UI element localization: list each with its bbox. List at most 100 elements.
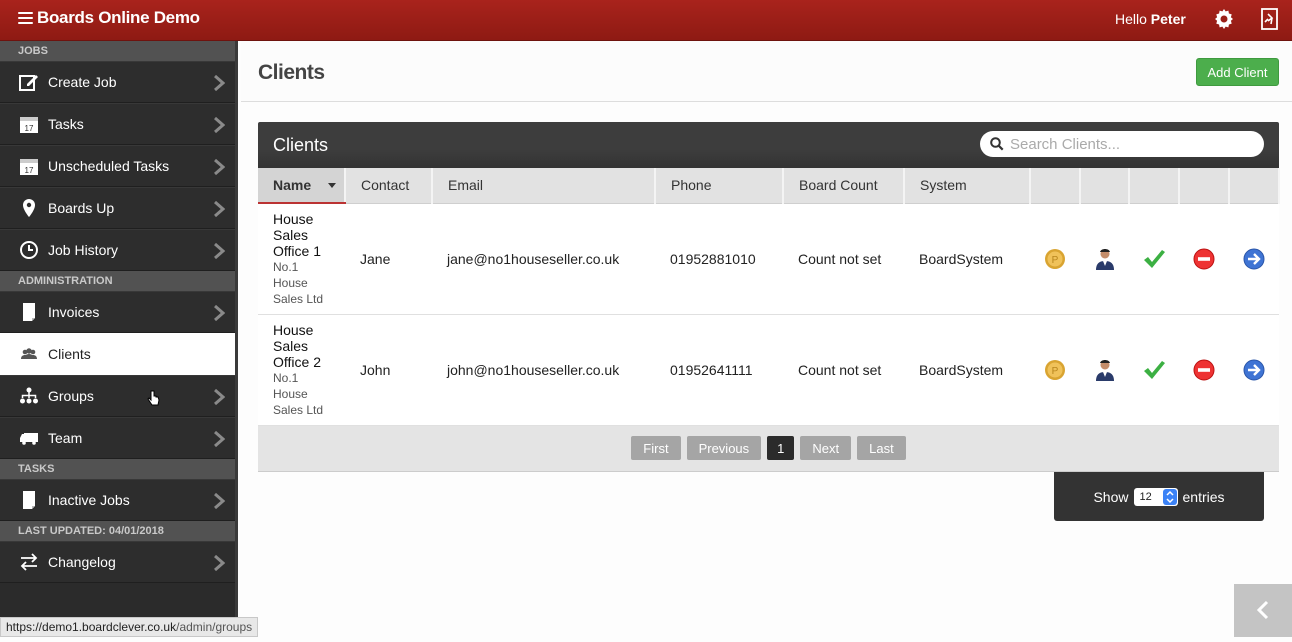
svg-text:17: 17 [25,166,34,175]
sidebar-item-inactive-jobs[interactable]: Inactive Jobs [0,479,235,521]
cell-phone: 01952641111 [655,314,783,426]
client-company: No.1 House Sales Ltd [273,259,324,306]
column-label: Name [273,177,312,193]
cell-contact: John [345,314,432,426]
cell-action: P [1030,203,1080,315]
current-page-button[interactable]: 1 [767,436,795,460]
gear-icon[interactable] [1212,7,1236,31]
check-icon[interactable] [1142,248,1166,270]
cell-action: P [1030,314,1080,426]
check-icon[interactable] [1142,359,1166,381]
users-icon [18,343,40,365]
user-icon[interactable] [1094,247,1116,271]
chevron-right-icon [214,493,225,509]
cell-action [1179,314,1229,426]
hierarchy-icon [18,385,40,407]
sidebar-item-create-job[interactable]: Create Job [0,61,235,103]
cell-action [1229,203,1279,315]
entries-per-page: Show 12 entries [1054,472,1264,521]
entries-select[interactable]: 12 [1133,487,1178,506]
search-box[interactable] [980,131,1264,157]
sidebar-item-label: Clients [48,346,91,362]
app-brand[interactable]: Boards Online Demo [18,8,200,28]
cell-system: BoardSystem [904,203,1030,315]
sidebar-item-groups[interactable]: Groups [0,375,235,417]
coin-icon[interactable]: P [1044,248,1066,270]
svg-text:17: 17 [25,124,34,133]
cell-email: john@no1houseseller.co.uk [432,314,655,426]
remove-icon[interactable] [1193,248,1215,270]
status-bar-url: https://demo1.boardclever.co.uk/admin/gr… [0,617,259,637]
cell-email: jane@no1houseseller.co.uk [432,203,655,315]
sidebar-item-unscheduled-tasks[interactable]: 17 Unscheduled Tasks [0,145,235,187]
panel-header: Clients [258,122,1279,168]
column-header-name[interactable]: Name [258,168,346,204]
client-company: No.1 House Sales Ltd [273,370,324,417]
show-label: Show [1093,488,1129,505]
column-header-phone[interactable]: Phone [655,168,784,204]
arrow-right-icon[interactable] [1243,248,1265,270]
previous-page-button[interactable]: Previous [686,436,762,460]
column-header-board-count[interactable]: Board Count [783,168,905,204]
column-header-blank [1179,168,1230,204]
column-header-contact[interactable]: Contact [345,168,433,204]
mouse-pointer-icon [147,390,160,406]
last-page-button[interactable]: Last [857,436,906,460]
edit-icon [18,71,40,93]
next-page-button[interactable]: Next [800,436,852,460]
sidebar-item-clients[interactable]: Clients [0,333,235,375]
main-content: Clients Add Client Clients Name Contact … [241,41,1292,637]
coin-icon[interactable]: P [1044,359,1066,381]
search-input[interactable] [1010,135,1250,153]
chevron-left-icon [1256,600,1269,620]
cell-name: House Sales Office 2 No.1 House Sales Lt… [258,314,345,426]
entries-label: entries [1182,488,1225,505]
sidebar-item-boards-up[interactable]: Boards Up [0,187,235,229]
user-icon[interactable] [1094,358,1116,382]
arrow-right-icon[interactable] [1243,359,1265,381]
sidebar-item-label: Job History [48,242,119,258]
add-client-button[interactable]: Add Client [1196,58,1279,86]
calendar-icon: 17 [18,155,40,177]
sidebar-section-last-updated: LAST UPDATED: 04/01/2018 [0,521,235,541]
hamburger-menu-icon[interactable] [18,11,33,25]
column-header-email[interactable]: Email [432,168,656,204]
top-bar: Boards Online Demo Hello Peter [0,0,1292,41]
sidebar-item-team[interactable]: Team [0,417,235,459]
column-header-blank [1129,168,1180,204]
sidebar-item-changelog[interactable]: Changelog [0,541,235,583]
cell-action [1229,314,1279,426]
entries-select-value: 12 [1139,490,1152,503]
clock-icon [18,239,40,261]
panel-title: Clients [273,135,329,155]
sidebar-item-invoices[interactable]: Invoices [0,291,235,333]
swap-icon [18,551,40,573]
column-header-system[interactable]: System [904,168,1031,204]
cell-action [1080,203,1129,315]
app-title[interactable]: Boards Online Demo [37,8,200,28]
sidebar-item-label: Invoices [48,304,100,320]
sidebar-item-label: Unscheduled Tasks [48,158,170,174]
cell-system: BoardSystem [904,314,1030,426]
sidebar-section-administration: ADMINISTRATION [0,271,235,291]
collapse-panel-button[interactable] [1234,584,1292,637]
table-row: House Sales Office 2 No.1 House Sales Lt… [258,314,1279,426]
client-name[interactable]: House Sales Office 1 [273,211,333,259]
map-pin-icon [18,197,40,219]
sidebar-item-label: Changelog [48,554,116,570]
remove-icon[interactable] [1193,359,1215,381]
table-header-row: Name Contact Email Phone Board Count Sys… [258,168,1280,204]
first-page-button[interactable]: First [631,436,681,460]
logout-icon[interactable] [1259,7,1281,31]
sidebar-item-tasks[interactable]: 17 Tasks [0,103,235,145]
chevron-right-icon [214,117,225,133]
sidebar: JOBS Create Job 17 Tasks 17 Unscheduled … [0,41,238,637]
calendar-icon: 17 [18,113,40,135]
sidebar-item-job-history[interactable]: Job History [0,229,235,271]
client-name[interactable]: House Sales Office 2 [273,322,333,370]
cell-board-count: Count not set [783,314,904,426]
table-row: House Sales Office 1 No.1 House Sales Lt… [258,203,1279,315]
search-icon [990,137,1004,151]
column-header-blank [1080,168,1130,204]
chevron-right-icon [214,201,225,217]
